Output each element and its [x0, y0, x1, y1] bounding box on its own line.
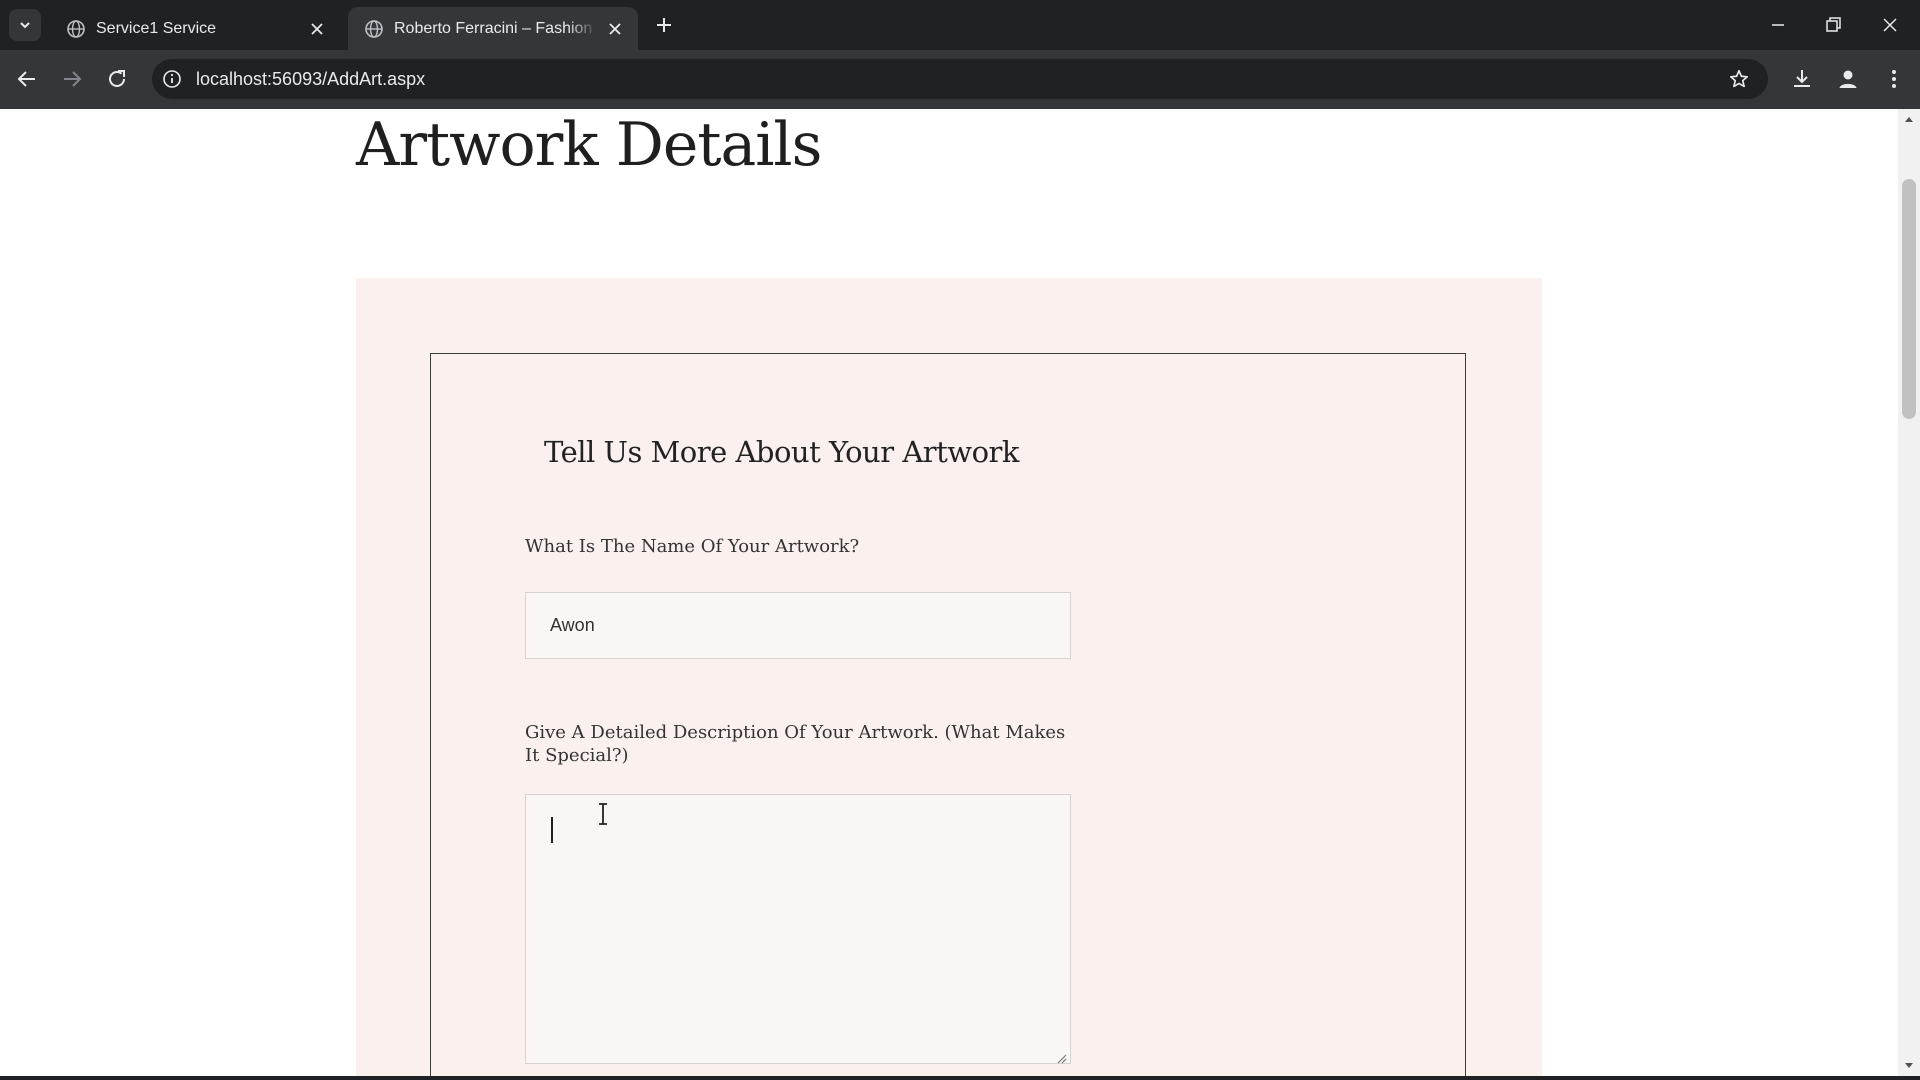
artwork-description-textarea[interactable]	[525, 794, 1071, 1064]
globe-icon	[365, 19, 383, 38]
tab-title: Roberto Ferracini – Fashion and	[394, 19, 598, 37]
restore-icon[interactable]	[1823, 15, 1843, 35]
plus-icon[interactable]	[654, 15, 674, 35]
tab-strip: Service1 Service Roberto Ferracini – Fas…	[0, 0, 1920, 50]
tab-service1[interactable]: Service1 Service	[50, 7, 340, 50]
chevron-down-icon	[20, 22, 30, 29]
close-window-icon[interactable]	[1880, 15, 1900, 35]
page-title: Artwork Details	[356, 110, 822, 180]
close-icon[interactable]	[308, 20, 326, 38]
address-bar[interactable]: localhost:56093/AddArt.aspx	[152, 59, 1768, 99]
page-viewport: Artwork Details Tell Us More About Your …	[0, 109, 1898, 1076]
info-icon[interactable]	[162, 69, 182, 89]
artwork-description-label: Give A Detailed Description Of Your Artw…	[525, 722, 1066, 766]
resize-grip-icon[interactable]	[1055, 1052, 1067, 1064]
star-icon[interactable]	[1728, 68, 1750, 90]
text-caret	[551, 817, 553, 843]
text-cursor-icon	[599, 803, 607, 825]
back-icon[interactable]	[15, 67, 39, 91]
page-scrollbar[interactable]	[1898, 109, 1920, 1076]
download-icon[interactable]	[1790, 67, 1814, 91]
scroll-thumb[interactable]	[1902, 179, 1916, 419]
tab-title: Service1 Service	[96, 19, 217, 37]
scroll-down-icon[interactable]	[1904, 1060, 1914, 1070]
menu-icon[interactable]	[1882, 67, 1906, 91]
window-bottom-edge	[0, 1076, 1920, 1080]
reload-icon[interactable]	[105, 67, 129, 91]
artwork-name-input[interactable]	[525, 592, 1071, 659]
artwork-name-label: What Is The Name Of Your Artwork?	[525, 536, 860, 557]
globe-icon	[67, 19, 85, 38]
minimize-icon[interactable]	[1768, 15, 1788, 35]
form-panel: Tell Us More About Your Artwork What Is …	[356, 278, 1542, 1076]
tab-roberto-ferracini[interactable]: Roberto Ferracini – Fashion and	[348, 7, 638, 50]
tab-search-button[interactable]	[9, 9, 41, 41]
url-text[interactable]: localhost:56093/AddArt.aspx	[196, 69, 425, 89]
profile-icon[interactable]	[1836, 67, 1860, 91]
artwork-form-card: Tell Us More About Your Artwork What Is …	[430, 353, 1466, 1076]
scroll-up-icon[interactable]	[1904, 115, 1914, 125]
forward-icon[interactable]	[60, 67, 84, 91]
form-heading: Tell Us More About Your Artwork	[544, 435, 1020, 469]
close-icon[interactable]	[606, 20, 624, 38]
browser-toolbar: localhost:56093/AddArt.aspx	[0, 50, 1920, 109]
